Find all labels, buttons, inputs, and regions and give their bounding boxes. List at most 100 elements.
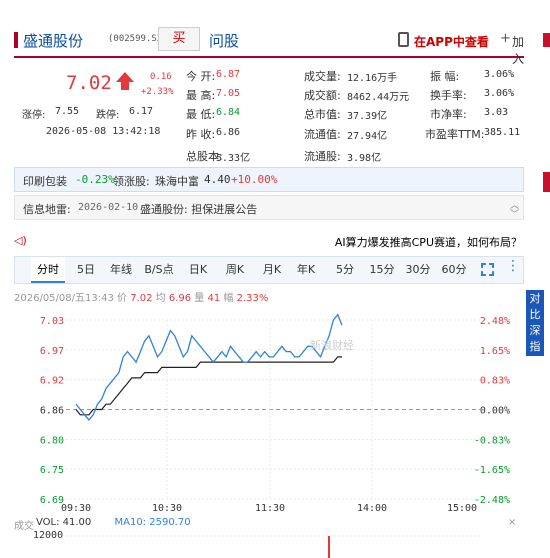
fullscreen-icon[interactable] bbox=[481, 263, 494, 276]
watermark: 新浪财经 bbox=[310, 338, 354, 352]
volume-value: VOL: 41.00 bbox=[36, 517, 92, 528]
add-watchlist-button[interactable]: 加入 bbox=[512, 33, 524, 67]
price-change: 0.16 bbox=[150, 72, 172, 82]
tab-9[interactable]: 15分 bbox=[367, 257, 397, 283]
leader-change: +10.00% bbox=[231, 173, 278, 186]
header-accent-bar bbox=[14, 32, 18, 48]
compare-index-button[interactable]: 对比深指 bbox=[526, 290, 544, 356]
info-avg: 6.96 bbox=[168, 293, 192, 304]
y-right-tick-label: 2.48% bbox=[480, 316, 510, 327]
quote-field-label: 市净率: bbox=[430, 108, 467, 121]
limit-up-label: 涨停: bbox=[22, 110, 46, 121]
quote-field-value: 3.06% bbox=[484, 69, 515, 80]
chart-info-line: 2026/05/08/五13:43 价 7.02 均 6.96 量 41 幅 2… bbox=[14, 289, 268, 304]
x-tick-label: 09:30 bbox=[61, 503, 91, 514]
info-price: 7.02 bbox=[130, 293, 153, 304]
y-right-tick-label: 1.65% bbox=[480, 346, 510, 357]
news-bar: 信息地雷: 2026-02-10 盛通股份: 担保进展公告 ︿ ﹀ bbox=[14, 195, 524, 220]
news-title-link[interactable]: 盛通股份: 担保进展公告 bbox=[140, 201, 257, 217]
quote-field-value: 385.11 bbox=[484, 127, 521, 138]
volume-chart bbox=[66, 535, 480, 558]
y-right-tick-label: -2.48% bbox=[474, 495, 510, 506]
price-line bbox=[75, 313, 343, 422]
limit-down-value: 6.17 bbox=[129, 106, 154, 117]
quote-field-label: 振 幅: bbox=[430, 70, 460, 83]
industry-change: -0.23% bbox=[75, 173, 115, 186]
tab-3[interactable]: B/S点 bbox=[139, 257, 179, 283]
intraday-chart[interactable]: 7.03 2.48% 6.97 1.65% 6.92 0.83% 6.86 0.00% 6.80… bbox=[0, 304, 520, 516]
tab-5[interactable]: 周K bbox=[219, 257, 251, 283]
x-tick-label: 14:00 bbox=[357, 503, 387, 514]
quote-field-label: 最 低: bbox=[186, 108, 216, 121]
info-date: 2026/05/08/五13:43 bbox=[14, 293, 114, 304]
x-tick-label: 11:30 bbox=[255, 503, 285, 514]
industry-bar: 印刷包装 -0.23% 领涨股: 珠海中富 4.40 +10.00% bbox=[14, 167, 524, 192]
speaker-icon[interactable]: ◁) bbox=[14, 234, 27, 247]
y-right-tick-label: 0.00% bbox=[480, 406, 510, 417]
quote-field-label: 昨 收: bbox=[186, 128, 216, 141]
info-vol-label: 量 bbox=[194, 293, 205, 304]
quote-field-value: 7.05 bbox=[216, 88, 241, 99]
avg-price-line bbox=[75, 356, 342, 416]
leader-stock[interactable]: 珠海中富 bbox=[155, 173, 199, 189]
stock-name: 盛通股份 bbox=[23, 32, 84, 50]
leader-price: 4.40 bbox=[204, 173, 231, 186]
x-tick-label: 15:00 bbox=[447, 503, 477, 514]
tab-7[interactable]: 年K bbox=[290, 257, 322, 283]
info-pct: 2.33% bbox=[236, 293, 269, 304]
y-tick-label: 6.86 bbox=[40, 406, 64, 417]
quote-field-label: 总市值: bbox=[304, 108, 341, 121]
phone-icon bbox=[398, 32, 409, 47]
info-price-label: 价 bbox=[117, 293, 128, 304]
y-tick-label: 6.75 bbox=[40, 465, 64, 476]
tab-4[interactable]: 日K bbox=[182, 257, 214, 283]
more-options-icon[interactable]: ⋮ bbox=[506, 258, 520, 274]
tab-10[interactable]: 30分 bbox=[403, 257, 433, 283]
quote-field-label: 今 开: bbox=[186, 70, 216, 83]
y-tick-label: 7.03 bbox=[40, 316, 64, 327]
side-fragment bbox=[543, 172, 550, 192]
info-avg-label: 均 bbox=[155, 293, 166, 304]
quote-datetime: 2026-05-08 13:42:18 bbox=[46, 126, 161, 137]
news-date: 2026-02-10 bbox=[78, 202, 139, 213]
open-in-app-link[interactable]: 在APP中查看 bbox=[414, 33, 489, 50]
quote-field-value: 27.94亿 bbox=[347, 131, 388, 142]
buy-button[interactable]: 买 bbox=[158, 27, 200, 51]
quote-field-value: 37.39亿 bbox=[347, 111, 388, 122]
close-icon[interactable]: × bbox=[508, 517, 516, 528]
tab-11[interactable]: 60分 bbox=[439, 257, 469, 283]
current-price: 7.02 bbox=[66, 72, 112, 94]
price-change-percent: +2.33% bbox=[141, 87, 174, 97]
y-right-tick-label: -0.83% bbox=[474, 435, 510, 446]
leader-label: 领涨股: bbox=[113, 175, 150, 188]
quote-field-value: 6.87 bbox=[216, 69, 241, 80]
limit-up-value: 7.55 bbox=[55, 106, 80, 117]
y-tick-label: 6.97 bbox=[40, 346, 64, 357]
plus-icon[interactable]: + bbox=[500, 31, 511, 46]
quote-field-label: 流通值: bbox=[304, 128, 341, 141]
industry-name[interactable]: 印刷包装 bbox=[23, 173, 67, 189]
volume-ma10: MA10: 2590.70 bbox=[114, 517, 191, 528]
quote-field-label: 成交量: bbox=[304, 70, 341, 83]
tab-1[interactable]: 5日 bbox=[71, 257, 101, 283]
quote-field-label: 最 高: bbox=[186, 89, 216, 102]
ai-banner-link[interactable]: AI算力爆发推高CPU赛道，如何布局？ bbox=[335, 234, 522, 250]
tab-8[interactable]: 5分 bbox=[332, 257, 358, 283]
info-vol: 41 bbox=[207, 293, 221, 304]
tab-6[interactable]: 月K bbox=[256, 257, 288, 283]
quote-field-value: 6.84 bbox=[216, 107, 241, 118]
tab-2[interactable]: 年线 bbox=[105, 257, 137, 283]
stock-header: 盛通股份 (002599.SZ) 买 问股 在APP中查看 + 加入 bbox=[14, 26, 524, 66]
ask-stock-link[interactable]: 问股 bbox=[209, 30, 239, 51]
tab-0[interactable]: 分时 bbox=[31, 257, 65, 283]
quote-field-value: 3.98亿 bbox=[347, 153, 382, 164]
chevron-down-icon[interactable]: ﹀ bbox=[510, 207, 519, 220]
quote-field-label: 市盈率TTM: bbox=[425, 128, 485, 141]
quote-field-label: 成交额: bbox=[304, 89, 341, 102]
volume-label: 成交 bbox=[14, 521, 34, 532]
news-label: 信息地雷: bbox=[23, 203, 71, 216]
quote-field-value: 6.86 bbox=[216, 127, 241, 138]
y-tick-label: 6.80 bbox=[40, 435, 64, 446]
y-right-tick-label: 0.83% bbox=[480, 376, 510, 387]
volume-bar bbox=[328, 536, 330, 558]
